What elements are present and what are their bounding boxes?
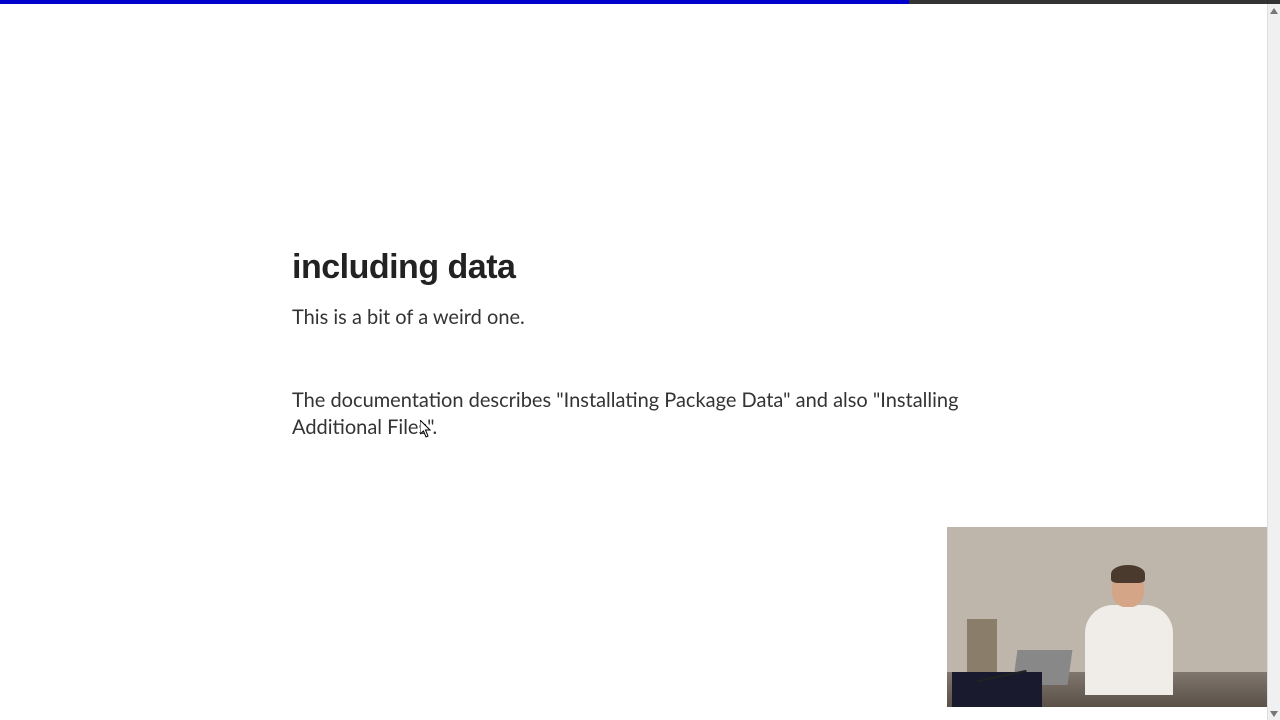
slide-paragraph-2: The documentation describes "Installatin… xyxy=(292,387,1032,441)
video-wall-panel xyxy=(967,619,997,679)
video-speaker-hair xyxy=(1111,565,1145,583)
slide-content: including data This is a bit of a weird … xyxy=(292,248,1032,441)
video-speaker-body xyxy=(1085,605,1173,695)
slide-heading: including data xyxy=(292,248,1032,287)
slide-paragraph-1: This is a bit of a weird one. xyxy=(292,305,1032,329)
scrollbar-down-button[interactable] xyxy=(1268,707,1280,720)
speaker-video-thumbnail[interactable] xyxy=(947,527,1267,707)
scrollbar-up-button[interactable] xyxy=(1268,4,1280,17)
scrollbar[interactable] xyxy=(1267,4,1280,720)
progress-track xyxy=(0,0,1280,4)
progress-bar xyxy=(0,0,909,4)
